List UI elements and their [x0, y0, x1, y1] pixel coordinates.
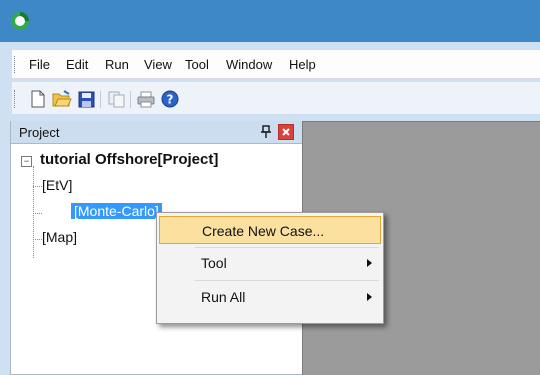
menu-run[interactable]: Run: [105, 57, 129, 72]
menu-run-all-label: Run All: [201, 289, 246, 305]
toolbar-grip: [14, 90, 18, 108]
print-button[interactable]: [136, 89, 156, 109]
submenu-arrow-icon: [367, 293, 372, 301]
toolbar-separator: [100, 91, 101, 108]
copy-icon: [108, 91, 124, 107]
panel-title: Project: [19, 125, 60, 140]
menu-window[interactable]: Window: [226, 57, 272, 72]
new-file-icon: [31, 90, 45, 108]
submenu-arrow-icon: [367, 259, 372, 267]
svg-text:?: ?: [167, 93, 174, 107]
tree-connector: [33, 166, 34, 258]
copy-button[interactable]: [106, 89, 126, 109]
context-menu: Create New Case... Tool Run All: [156, 212, 384, 324]
menu-edit[interactable]: Edit: [66, 57, 88, 72]
open-button[interactable]: [52, 89, 72, 109]
menu-tool[interactable]: Tool: [185, 57, 209, 72]
menu-help[interactable]: Help: [289, 57, 316, 72]
tree-item-monte-carlo[interactable]: [Monte-Carlo]: [71, 203, 162, 219]
menu-separator: [195, 280, 379, 281]
tree-item-map[interactable]: [Map]: [42, 229, 77, 245]
help-icon: ?: [161, 90, 179, 108]
tree-connector: [33, 186, 42, 187]
menu-tool-label: Tool: [201, 255, 227, 271]
open-folder-icon: [52, 90, 72, 107]
menu-file[interactable]: File: [29, 57, 50, 72]
tree-connector: [33, 213, 42, 214]
menu-tool-submenu[interactable]: Tool: [159, 249, 381, 277]
close-icon: [282, 128, 290, 136]
menu-run-all[interactable]: Run All: [159, 283, 381, 311]
toolbar-separator: [130, 91, 131, 108]
menu-create-new-case[interactable]: Create New Case...: [159, 216, 381, 244]
tree-root-project[interactable]: tutorial Offshore[Project]: [40, 151, 218, 168]
save-button[interactable]: [76, 89, 96, 109]
menu-view[interactable]: View: [144, 57, 172, 72]
new-file-button[interactable]: [28, 89, 48, 109]
tree-item-etv[interactable]: [EtV]: [42, 177, 72, 193]
menu-grip: [14, 56, 18, 73]
panel-close-button[interactable]: [278, 124, 294, 140]
collapse-toggle-icon[interactable]: −: [21, 156, 32, 167]
help-button[interactable]: ?: [160, 89, 180, 109]
menu-bar: File Edit Run View Tool Window Help: [12, 50, 540, 79]
title-bar: [0, 0, 540, 42]
toolbar: ?: [12, 82, 540, 114]
print-icon: [137, 91, 155, 107]
menu-separator: [195, 247, 379, 248]
save-icon: [78, 91, 94, 107]
tree-connector: [33, 239, 42, 240]
panel-header: Project: [11, 121, 302, 144]
pin-icon[interactable]: [259, 124, 273, 140]
app-ring-icon: [11, 12, 29, 30]
menu-create-new-case-label: Create New Case...: [202, 223, 325, 239]
